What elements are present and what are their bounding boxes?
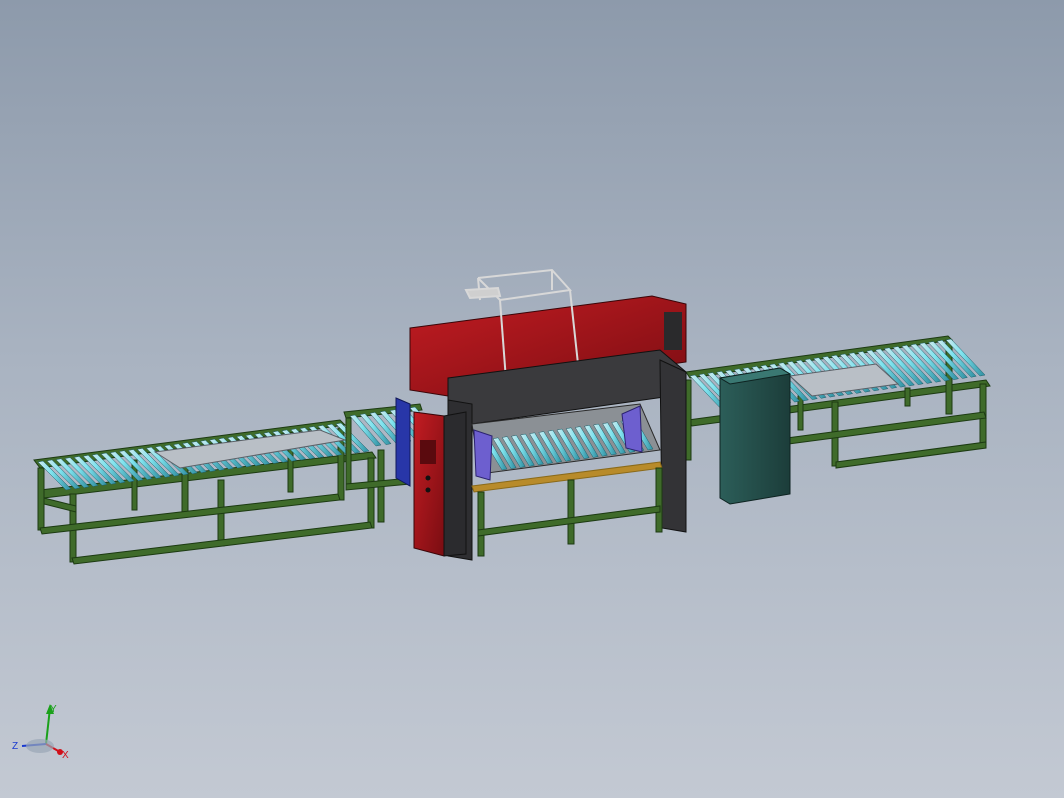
control-button — [425, 487, 431, 493]
triad-base — [26, 739, 54, 753]
blue-side-panel — [395, 397, 411, 487]
machine-right-column — [659, 359, 687, 533]
x-axis-label: X — [62, 750, 69, 761]
control-panel-display — [420, 440, 436, 464]
left-conveyor[interactable] — [33, 419, 377, 565]
z-axis-label: Z — [12, 741, 18, 752]
press-machine[interactable] — [395, 268, 687, 561]
assembly-model[interactable] — [0, 0, 1064, 798]
red-control-cabinet[interactable] — [413, 411, 445, 557]
control-button — [425, 475, 431, 481]
y-axis-label: Y — [50, 704, 57, 715]
front-legs — [477, 467, 663, 557]
electrical-cabinet[interactable] — [718, 367, 792, 505]
machine-side-block — [664, 312, 682, 350]
coordinate-triad-icon: Y Z X — [12, 704, 69, 761]
cad-viewport[interactable]: Y Z X — [0, 0, 1064, 798]
purple-guide-left — [473, 429, 493, 481]
red-cabinet-side — [443, 411, 467, 557]
